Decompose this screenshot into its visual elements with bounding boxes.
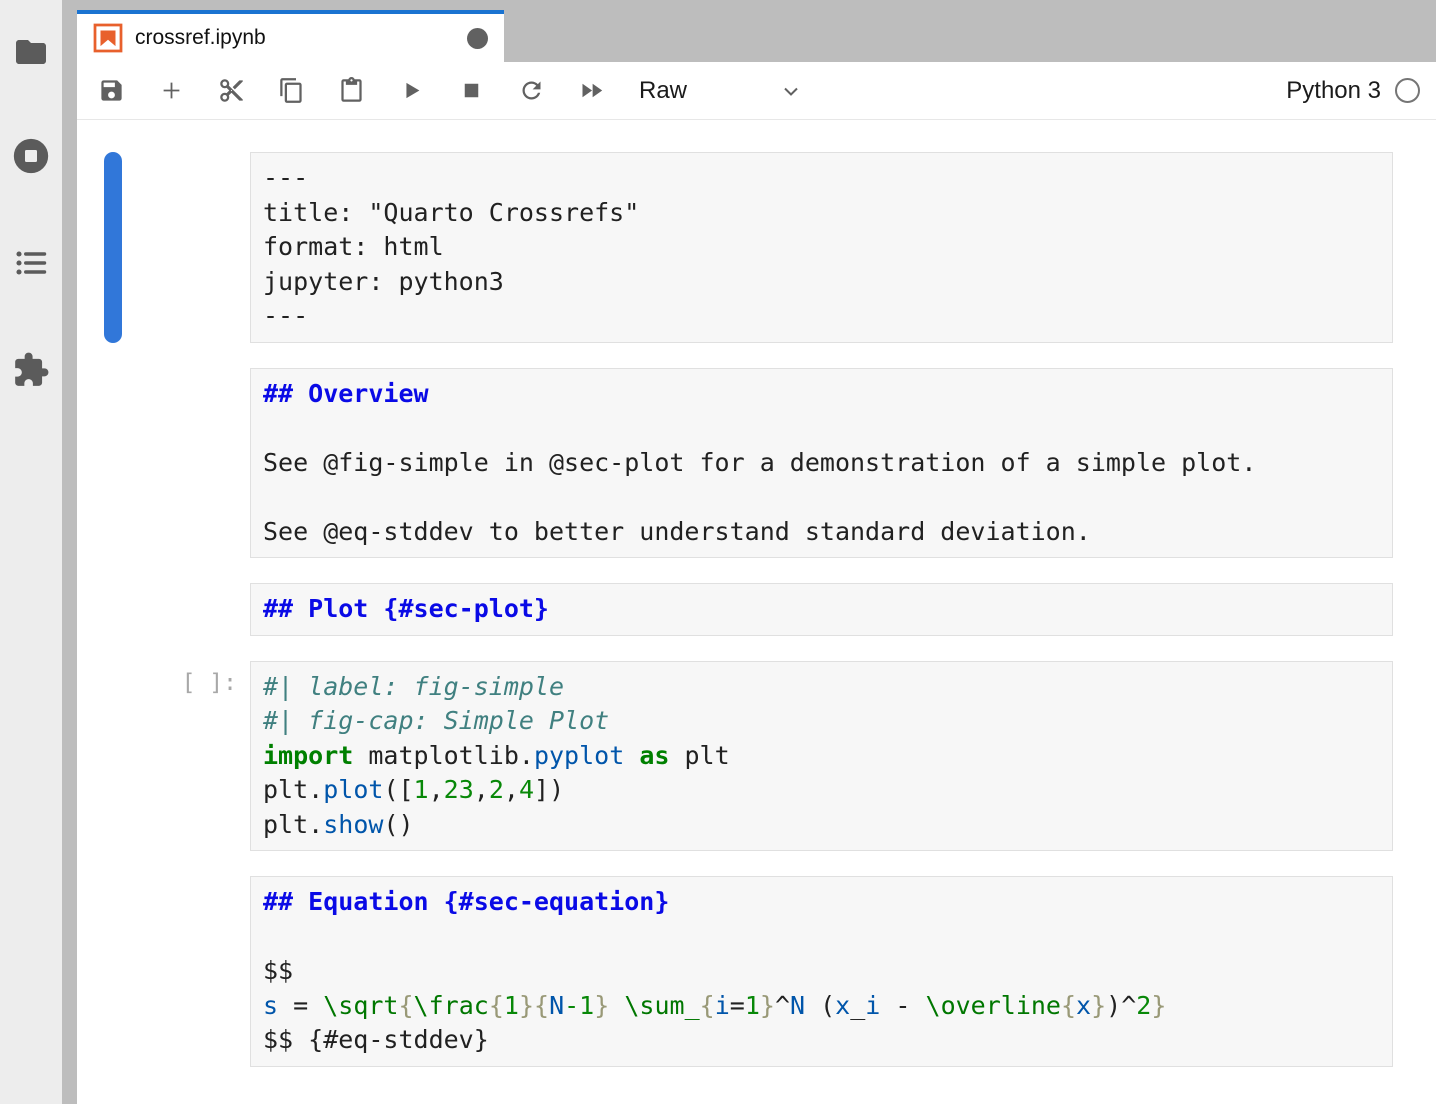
clipboard-icon: [338, 77, 365, 104]
restart-run-all-button[interactable]: [573, 73, 609, 109]
tab-crossref-notebook[interactable]: crossref.ipynb: [77, 10, 504, 62]
cut-cells-button[interactable]: [213, 73, 249, 109]
cell-markdown: ## Plot {#sec-plot}: [77, 583, 1393, 636]
activity-sidebar: [0, 0, 62, 1104]
cell-code: [ ]: #| label: fig-simple#| fig-cap: Simp…: [77, 661, 1393, 852]
scissors-icon: [218, 77, 245, 104]
code-line: ## Equation {#sec-equation}: [263, 885, 1380, 920]
copy-icon: [278, 77, 305, 104]
insert-cell-button[interactable]: [153, 73, 189, 109]
code-line: import matplotlib.pyplot as plt: [263, 739, 1380, 774]
cell-gutter: [77, 368, 250, 559]
code-line: plt.show(): [263, 808, 1380, 843]
restart-kernel-button[interactable]: [513, 73, 549, 109]
cell-gutter: [ ]:: [77, 661, 250, 852]
puzzle-icon: [12, 351, 50, 389]
code-line: $$: [263, 954, 1380, 989]
save-button[interactable]: [93, 73, 129, 109]
notebook-icon: [93, 23, 123, 53]
code-line: $$ {#eq-stddev}: [263, 1023, 1380, 1058]
list-icon: [13, 245, 49, 281]
plus-icon: [158, 77, 185, 104]
sidebar-item-table-of-contents[interactable]: [9, 241, 53, 285]
panel-divider: [62, 0, 77, 1104]
code-line: ---: [263, 299, 1380, 334]
sidebar-item-running-sessions[interactable]: [9, 134, 53, 178]
cell-markdown: ## Overview See @fig-simple in @sec-plot …: [77, 368, 1393, 559]
cell-raw: ---title: "Quarto Crossrefs"format: html…: [77, 152, 1393, 343]
code-line: ---: [263, 161, 1380, 196]
tab-title: crossref.ipynb: [135, 26, 266, 50]
run-cell-button[interactable]: [393, 73, 429, 109]
code-line: #| fig-cap: Simple Plot: [263, 704, 1380, 739]
cell-editor[interactable]: #| label: fig-simple#| fig-cap: Simple P…: [250, 661, 1393, 852]
code-line: ## Overview: [263, 377, 1380, 412]
code-line: plt.plot([1,23,2,4]): [263, 773, 1380, 808]
code-line: title: "Quarto Crossrefs": [263, 196, 1380, 231]
fast-forward-icon: [578, 77, 605, 104]
code-line: #| label: fig-simple: [263, 670, 1380, 705]
cell-editor[interactable]: ## Plot {#sec-plot}: [250, 583, 1393, 636]
stop-icon: [458, 77, 485, 104]
notebook-toolbar: Raw Python 3: [77, 62, 1436, 120]
execution-count: [ ]:: [182, 670, 237, 696]
code-line: s = \sqrt{\frac{1}{N-1} \sum_{i=1}^N (x_…: [263, 989, 1380, 1024]
kernel-name: Python 3: [1286, 77, 1381, 105]
sidebar-item-extension-manager[interactable]: [9, 348, 53, 392]
cell-editor[interactable]: ---title: "Quarto Crossrefs"format: html…: [250, 152, 1393, 343]
main-dock-panel: crossref.ipynb Ra: [77, 0, 1436, 1104]
paste-cells-button[interactable]: [333, 73, 369, 109]
unsaved-changes-indicator[interactable]: [467, 28, 488, 49]
kernel-status-icon[interactable]: [1395, 78, 1420, 103]
code-line: [263, 411, 1380, 446]
cell-editor[interactable]: ## Equation {#sec-equation} $$s = \sqrt{\…: [250, 876, 1393, 1067]
code-line: format: html: [263, 230, 1380, 265]
code-line: jupyter: python3: [263, 265, 1380, 300]
code-line: [263, 480, 1380, 515]
cell-gutter: [77, 583, 250, 636]
cell-gutter: [77, 152, 250, 343]
refresh-icon: [518, 77, 545, 104]
copy-cells-button[interactable]: [273, 73, 309, 109]
play-icon: [398, 77, 425, 104]
stop-circle-icon: [11, 136, 51, 176]
cell-editor[interactable]: ## Overview See @fig-simple in @sec-plot …: [250, 368, 1393, 559]
cell-list: ---title: "Quarto Crossrefs"format: html…: [77, 152, 1436, 1067]
sidebar-item-file-browser[interactable]: [9, 30, 53, 74]
interrupt-kernel-button[interactable]: [453, 73, 489, 109]
cell-collapser[interactable]: [104, 152, 122, 343]
cell-markdown: ## Equation {#sec-equation} $$s = \sqrt{\…: [77, 876, 1393, 1067]
cell-type-dropdown[interactable]: Raw: [639, 77, 803, 105]
chevron-down-icon: [779, 79, 803, 103]
tab-bar: crossref.ipynb: [77, 0, 1436, 62]
kernel-indicator: Python 3: [1286, 77, 1420, 105]
code-line: See @fig-simple in @sec-plot for a demon…: [263, 446, 1380, 481]
save-icon: [98, 77, 125, 104]
notebook-panel: ---title: "Quarto Crossrefs"format: html…: [77, 121, 1436, 1104]
code-line: [263, 920, 1380, 955]
code-line: See @eq-stddev to better understand stan…: [263, 515, 1380, 550]
folder-icon: [13, 34, 49, 70]
cell-type-value: Raw: [639, 77, 687, 105]
code-line: ## Plot {#sec-plot}: [263, 592, 1380, 627]
cell-gutter: [77, 876, 250, 1067]
